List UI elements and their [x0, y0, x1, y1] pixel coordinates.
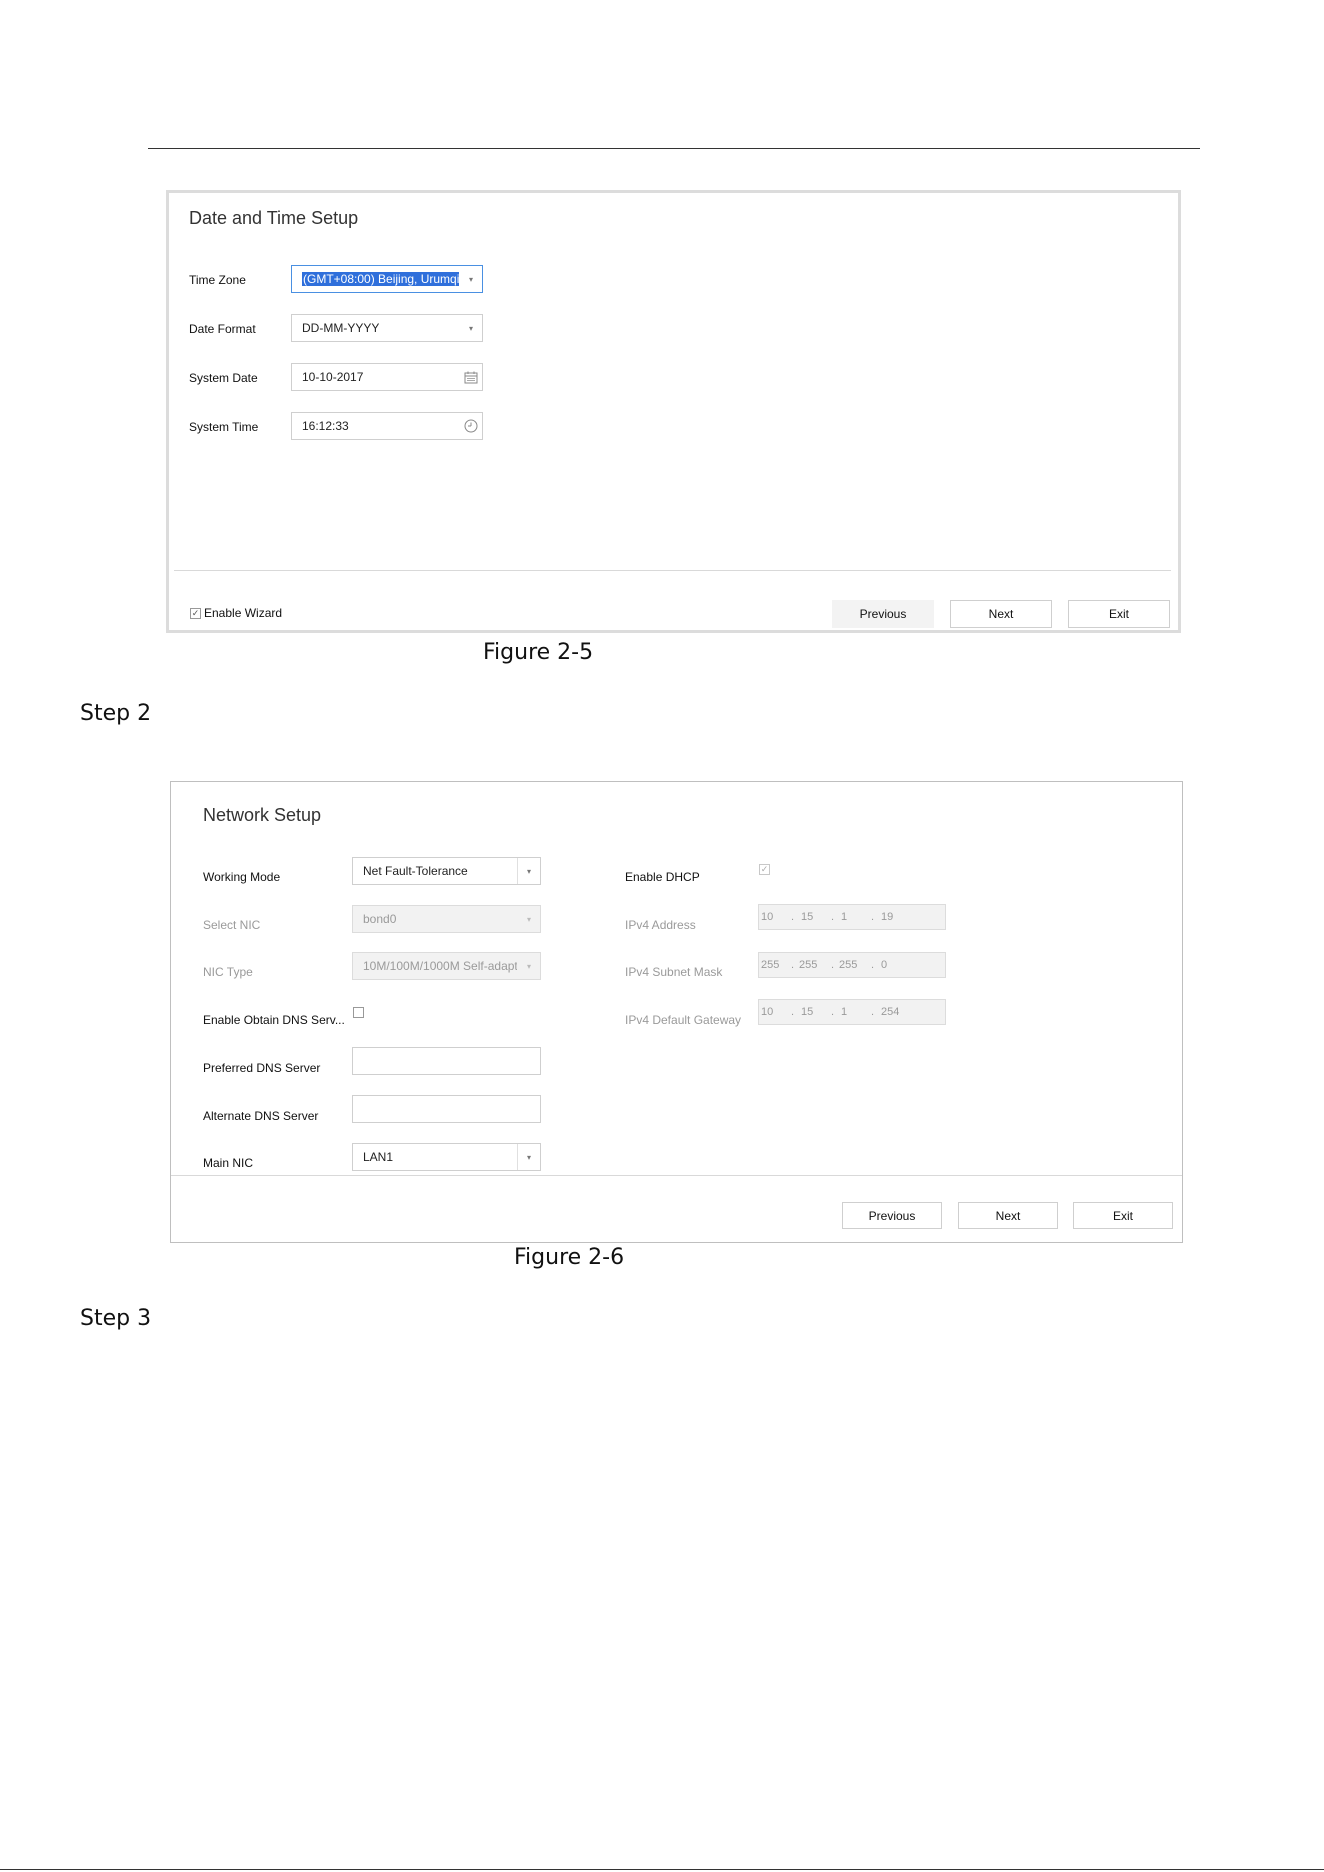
exit-button[interactable]: Exit: [1068, 600, 1170, 628]
nic-type-select[interactable]: 10M/100M/1000M Self-adaptive ▾: [352, 952, 541, 980]
ipv4-subnet-mask-label: IPv4 Subnet Mask: [625, 965, 723, 979]
enable-wizard-checkbox[interactable]: ✓: [190, 608, 201, 619]
date-format-select[interactable]: DD-MM-YYYY ▾: [291, 314, 483, 342]
panel-title: Date and Time Setup: [189, 208, 359, 228]
date-format-label: Date Format: [189, 322, 256, 336]
ip-octet: 254: [881, 1006, 900, 1018]
ipv4-address-field[interactable]: 10 . 15 . 1 . 19: [758, 904, 946, 930]
ip-octet: 10: [761, 911, 774, 923]
enable-wizard-label: Enable Wizard: [204, 606, 283, 620]
ip-dot: .: [871, 1006, 875, 1018]
ip-dot: .: [831, 959, 835, 971]
next-button[interactable]: Next: [950, 600, 1052, 628]
ip-octet: 10: [761, 1006, 774, 1018]
ip-dot: .: [791, 959, 795, 971]
chevron-down-icon: ▾: [468, 323, 473, 333]
working-mode-label: Working Mode: [203, 870, 281, 884]
figure-caption: Figure 2-6: [514, 1245, 625, 1270]
select-nic-value: bond0: [363, 912, 397, 926]
chevron-down-icon: ▾: [526, 961, 531, 971]
previous-button[interactable]: Previous: [842, 1202, 942, 1229]
alternate-dns-label: Alternate DNS Server: [203, 1109, 319, 1123]
system-time-value: 16:12:33: [302, 419, 349, 433]
calendar-icon[interactable]: [460, 364, 482, 390]
main-nic-select[interactable]: LAN1 ▾: [352, 1143, 541, 1171]
panel-title: Network Setup: [203, 805, 322, 825]
page-footer-rule: [0, 1869, 1324, 1870]
figure-caption: Figure 2-5: [483, 640, 594, 665]
step-label: Step 2: [80, 701, 152, 726]
date-time-setup-panel: Date and Time Setup Time Zone (GMT+08:00…: [166, 190, 1181, 633]
chevron-down-icon: ▾: [526, 914, 531, 924]
enable-obtain-dns-checkbox[interactable]: [353, 1007, 364, 1018]
ipv4-subnet-mask-field[interactable]: 255 . 255 . 255 . 0: [758, 952, 946, 978]
ip-octet: 255: [761, 959, 780, 971]
ip-octet: 255: [799, 959, 818, 971]
ip-octet: 255: [839, 959, 858, 971]
ip-dot: .: [791, 1006, 795, 1018]
preferred-dns-label: Preferred DNS Server: [203, 1061, 321, 1075]
preferred-dns-input[interactable]: [352, 1047, 541, 1075]
enable-obtain-dns-label: Enable Obtain DNS Serv...: [203, 1013, 345, 1027]
page-header-rule: [148, 148, 1200, 149]
system-time-label: System Time: [189, 420, 259, 434]
ipv4-default-gateway-label: IPv4 Default Gateway: [625, 1013, 742, 1027]
working-mode-select[interactable]: Net Fault-Tolerance ▾: [352, 857, 541, 885]
ip-dot: .: [831, 911, 835, 923]
ip-octet: 15: [801, 1006, 814, 1018]
ip-octet: 15: [801, 911, 814, 923]
select-nic-select[interactable]: bond0 ▾: [352, 905, 541, 933]
chevron-down-icon: ▾: [517, 858, 540, 884]
ip-octet: 0: [881, 959, 888, 971]
next-button[interactable]: Next: [958, 1202, 1058, 1229]
chevron-down-icon: ▾: [517, 1144, 540, 1170]
date-format-value: DD-MM-YYYY: [302, 321, 380, 335]
clock-icon[interactable]: [460, 413, 482, 439]
nic-type-label: NIC Type: [203, 965, 253, 979]
system-date-field[interactable]: 10-10-2017: [291, 363, 483, 391]
time-zone-value: (GMT+08:00) Beijing, Urumqi: [302, 272, 459, 286]
network-setup-panel: Network Setup Working Mode Net Fault-Tol…: [170, 781, 1183, 1243]
ip-octet: 1: [841, 1006, 848, 1018]
ip-dot: .: [791, 911, 795, 923]
alternate-dns-input[interactable]: [352, 1095, 541, 1123]
time-zone-select[interactable]: (GMT+08:00) Beijing, Urumqi ▾: [291, 265, 483, 293]
step-label: Step 3: [80, 1306, 152, 1331]
nic-type-value: 10M/100M/1000M Self-adaptive: [363, 959, 517, 973]
system-date-label: System Date: [189, 371, 258, 385]
ipv4-address-label: IPv4 Address: [625, 918, 696, 932]
ip-dot: .: [871, 911, 875, 923]
working-mode-value: Net Fault-Tolerance: [363, 864, 468, 878]
ip-dot: .: [831, 1006, 835, 1018]
previous-button[interactable]: Previous: [832, 600, 934, 628]
time-zone-label: Time Zone: [189, 273, 246, 287]
exit-button[interactable]: Exit: [1073, 1202, 1173, 1229]
main-nic-label: Main NIC: [203, 1156, 254, 1170]
select-nic-label: Select NIC: [203, 918, 261, 932]
ip-octet: 1: [841, 911, 848, 923]
enable-dhcp-label: Enable DHCP: [625, 870, 700, 884]
system-time-field[interactable]: 16:12:33: [291, 412, 483, 440]
ip-dot: .: [871, 959, 875, 971]
main-nic-value: LAN1: [363, 1150, 394, 1164]
enable-dhcp-checkbox[interactable]: ✓: [759, 864, 770, 875]
ip-octet: 19: [881, 911, 894, 923]
system-date-value: 10-10-2017: [302, 370, 364, 384]
footer-divider: [171, 1175, 1182, 1176]
footer-divider: [174, 570, 1171, 571]
ipv4-default-gateway-field[interactable]: 10 . 15 . 1 . 254: [758, 999, 946, 1025]
chevron-down-icon: ▾: [468, 274, 473, 284]
